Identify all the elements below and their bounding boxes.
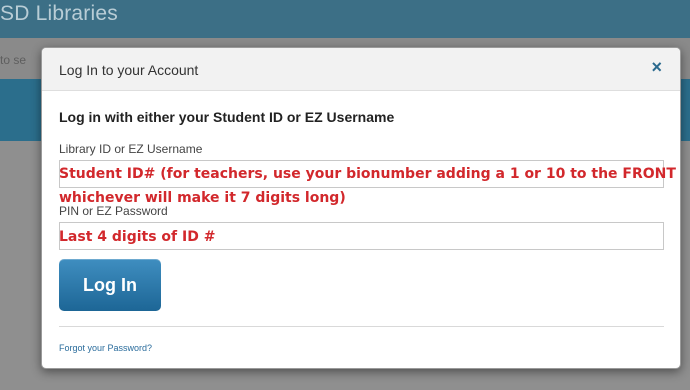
id-annotation-line1: Student ID# (for teachers, use your bion…: [59, 166, 676, 182]
library-id-label: Library ID or EZ Username: [59, 142, 203, 156]
divider: [59, 326, 664, 327]
background-header: SD Libraries: [0, 0, 690, 38]
close-icon[interactable]: ×: [651, 57, 662, 77]
forgot-password-link[interactable]: Forgot your Password?: [59, 343, 152, 353]
pin-label: PIN or EZ Password: [59, 204, 168, 218]
background-site-title: SD Libraries: [0, 2, 118, 25]
pin-annotation: Last 4 digits of ID #: [59, 229, 216, 245]
login-instructions-heading: Log in with either your Student ID or EZ…: [59, 109, 395, 125]
modal-header: Log In to your Account ×: [42, 48, 680, 91]
background-search-hint: to se: [0, 53, 27, 67]
login-modal: Log In to your Account × Log in with eit…: [41, 47, 681, 369]
login-button[interactable]: Log In: [59, 259, 161, 311]
modal-title: Log In to your Account: [59, 62, 199, 78]
id-annotation-line2: whichever will make it 7 digits long): [59, 190, 346, 206]
